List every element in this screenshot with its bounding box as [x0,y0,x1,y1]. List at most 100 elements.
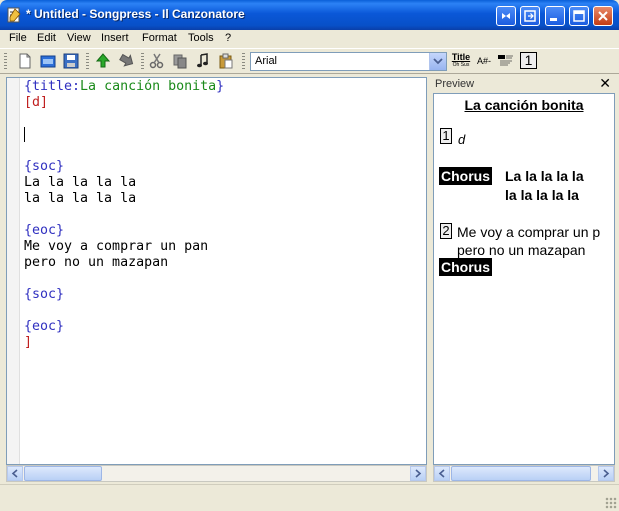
menu-format[interactable]: Format [142,32,177,44]
editor-line[interactable]: {title:La canción bonita} [24,79,224,95]
window-extra-button-2[interactable] [520,6,540,26]
editor-line[interactable] [24,143,224,159]
chorus-label-1: Chorus [439,167,492,185]
new-file-icon[interactable] [16,52,34,70]
verse-number-2: 2 [440,223,452,239]
song-editor[interactable]: {title:La canción bonita} [d] {soc} La la l… [6,77,427,465]
close-icon [598,11,608,21]
editor-token: [d] [24,95,49,110]
cut-icon[interactable] [148,52,166,70]
maximize-icon [573,10,585,22]
editor-line[interactable]: {soc} [24,287,224,303]
editor-line[interactable]: {soc} [24,159,224,175]
chord-transpose-button[interactable]: A#- [474,52,494,70]
toolbar-grip-2[interactable] [86,53,89,71]
redo-icon[interactable] [117,52,135,70]
copy-icon[interactable] [171,52,189,70]
editor-line[interactable] [24,303,224,319]
title-bar[interactable]: * Untitled - Songpress - Il Canzonatore [0,0,619,30]
preview-scroll-thumb[interactable] [451,466,591,481]
close-button[interactable] [593,6,613,26]
verse-number-button[interactable]: 1 [520,52,537,69]
songpress-app-icon[interactable] [6,7,22,23]
font-select-value: Arial [255,55,278,67]
editor-line[interactable] [24,207,224,223]
editor-line[interactable] [24,111,224,127]
editor-content[interactable]: {title:La canción bonita} [d] {soc} La la l… [24,79,224,351]
chorus-style-icon[interactable] [497,52,515,70]
status-bar [0,484,619,511]
menu-insert[interactable]: Insert [101,32,129,44]
chorus-line-2: la la la la la [505,187,579,203]
verse2-line-2: pero no un mazapan [457,242,586,258]
minimize-button[interactable] [545,6,565,26]
chevron-right-icon [603,469,610,478]
editor-line[interactable] [24,127,224,143]
editor-token: pero no un mazapan [24,255,169,270]
editor-token: {title: [24,79,81,94]
tile-window-icon [524,10,536,22]
minimize-icon [550,18,557,21]
editor-token: {eoc} [24,319,65,334]
save-icon[interactable] [62,52,80,70]
toolbar-grip-4[interactable] [242,53,245,71]
editor-token: La la la la la [24,175,137,190]
text-caret [24,127,25,142]
editor-token: ] [24,335,33,350]
editor-gutter [7,78,20,464]
preview-horizontal-scrollbar[interactable] [433,465,615,482]
editor-line[interactable]: Me voy a comprar un pan [24,239,224,255]
menu-file[interactable]: File [9,32,27,44]
editor-token: {soc} [24,287,65,302]
open-file-icon[interactable] [39,52,57,70]
toolbar: Arial Title Oh Sus A#- 1 [0,48,619,74]
preview-header: Preview ✕ [433,76,615,93]
paste-chord-icon[interactable] [194,52,212,70]
menu-bar: File Edit View Insert Format Tools ? [0,30,619,48]
editor-line[interactable]: ] [24,335,224,351]
font-select-dropdown-button[interactable] [429,53,446,70]
chorus-line-1: La la la la la [505,168,584,184]
editor-line[interactable]: la la la la la [24,191,224,207]
preview-close-icon[interactable]: ✕ [599,76,611,92]
menu-help[interactable]: ? [225,32,231,44]
editor-horizontal-scrollbar[interactable] [6,465,427,482]
editor-token: {eoc} [24,223,65,238]
resize-grip[interactable] [605,497,617,509]
menu-view[interactable]: View [67,32,91,44]
editor-line[interactable]: pero no un mazapan [24,255,224,271]
menu-edit[interactable]: Edit [37,32,56,44]
editor-line[interactable]: {eoc} [24,223,224,239]
menu-tools[interactable]: Tools [188,32,214,44]
verse-number-1: 1 [440,128,452,144]
toolbar-grip[interactable] [4,53,7,71]
editor-line[interactable] [24,271,224,287]
window-extra-button-1[interactable] [496,6,516,26]
font-select[interactable]: Arial [250,52,447,71]
paste-icon[interactable] [217,52,235,70]
editor-line[interactable]: La la la la la [24,175,224,191]
editor-line[interactable]: [d] [24,95,224,111]
preview-scroll-right-button[interactable] [598,466,614,481]
preview-scroll-left-button[interactable] [434,466,450,481]
editor-scroll-right-button[interactable] [410,466,426,481]
editor-token: la la la la la [24,191,137,206]
verse2-line-1: Me voy a comprar un p [457,224,601,240]
editor-line[interactable]: {eoc} [24,319,224,335]
editor-scroll-thumb[interactable] [24,466,102,481]
title-style-button[interactable]: Title Oh Sus [450,52,472,70]
maximize-button[interactable] [569,6,589,26]
restore-panel-icon [502,12,510,20]
editor-token: La canción bonita [80,79,217,94]
chevron-left-icon [11,469,18,478]
preview-pane: La canción bonita 1 d Chorus La la la la… [433,93,615,465]
editor-token: } [216,79,225,94]
toolbar-grip-3[interactable] [141,53,144,71]
editor-token: Me voy a comprar un pan [24,239,209,254]
chevron-left-icon [438,469,445,478]
title-style-label: Title [451,52,471,62]
undo-icon[interactable] [94,52,112,70]
chevron-right-icon [415,469,422,478]
editor-scroll-left-button[interactable] [7,466,23,481]
title-style-sub: Oh Sus [452,62,470,68]
